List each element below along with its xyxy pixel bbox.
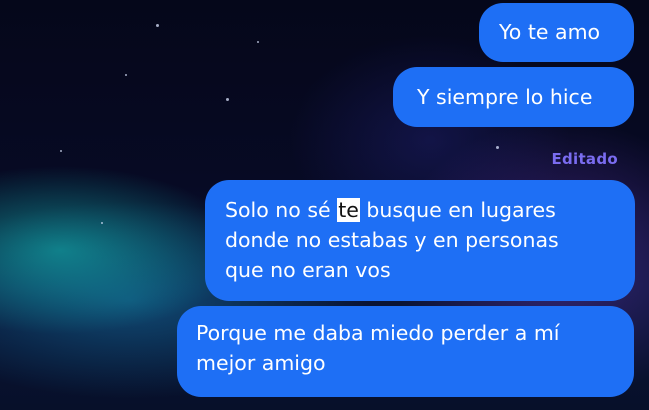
message-bubble-sent[interactable]: Yo te amo [479, 3, 634, 62]
edited-label: Editado [551, 150, 618, 168]
message-bubble-sent[interactable]: Y siempre lo hice [393, 67, 634, 127]
star [101, 222, 103, 224]
message-bubble-sent[interactable]: Porque me daba miedo perder a mí mejor a… [177, 306, 634, 397]
star [125, 74, 127, 76]
message-bubble-sent[interactable]: Solo no sé te busque en lugares donde no… [205, 180, 635, 301]
message-text: Yo te amo [499, 20, 601, 44]
star [60, 150, 62, 152]
message-line: que no eran vos [225, 258, 391, 282]
message-line: Porque me daba miedo perder a mí [196, 321, 560, 345]
highlighted-text: te [337, 198, 360, 222]
message-text: busque en lugares [366, 198, 556, 222]
message-line: mejor amigo [196, 351, 326, 375]
star [257, 41, 259, 43]
star [156, 24, 159, 27]
message-line: Solo no sé te busque en lugares [225, 195, 617, 225]
message-text: Y siempre lo hice [417, 85, 593, 109]
star [226, 98, 229, 101]
message-text: Solo no sé [225, 198, 331, 222]
star [496, 146, 499, 149]
message-line: donde no estabas y en personas [225, 228, 559, 252]
